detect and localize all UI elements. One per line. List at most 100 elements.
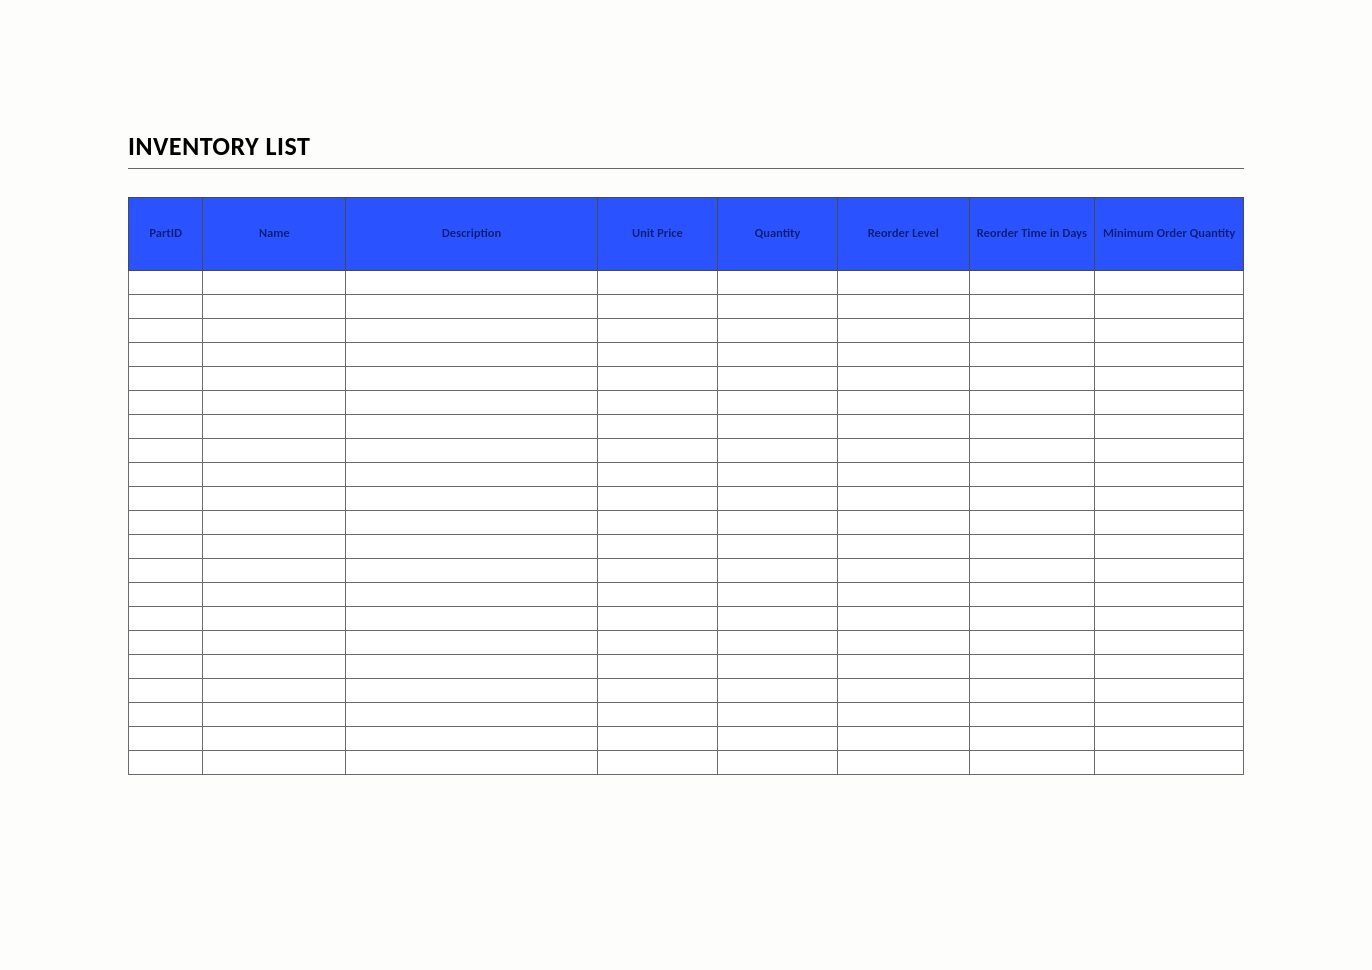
table-cell[interactable] [969, 703, 1095, 727]
table-cell[interactable] [1095, 415, 1244, 439]
table-cell[interactable] [129, 727, 203, 751]
table-cell[interactable] [597, 679, 717, 703]
table-cell[interactable] [346, 487, 598, 511]
table-cell[interactable] [129, 631, 203, 655]
table-cell[interactable] [203, 415, 346, 439]
table-cell[interactable] [969, 511, 1095, 535]
table-cell[interactable] [969, 415, 1095, 439]
table-cell[interactable] [203, 367, 346, 391]
table-cell[interactable] [838, 343, 970, 367]
table-cell[interactable] [346, 679, 598, 703]
table-cell[interactable] [969, 583, 1095, 607]
table-cell[interactable] [597, 367, 717, 391]
table-cell[interactable] [346, 631, 598, 655]
table-cell[interactable] [969, 751, 1095, 775]
table-cell[interactable] [838, 319, 970, 343]
table-cell[interactable] [1095, 631, 1244, 655]
table-cell[interactable] [597, 535, 717, 559]
table-cell[interactable] [838, 463, 970, 487]
table-cell[interactable] [717, 463, 837, 487]
table-cell[interactable] [717, 751, 837, 775]
table-cell[interactable] [203, 751, 346, 775]
table-cell[interactable] [1095, 583, 1244, 607]
table-cell[interactable] [838, 631, 970, 655]
table-cell[interactable] [969, 439, 1095, 463]
table-cell[interactable] [597, 391, 717, 415]
table-cell[interactable] [346, 727, 598, 751]
table-cell[interactable] [838, 367, 970, 391]
table-cell[interactable] [346, 391, 598, 415]
table-cell[interactable] [838, 535, 970, 559]
table-cell[interactable] [346, 535, 598, 559]
table-cell[interactable] [717, 583, 837, 607]
table-cell[interactable] [969, 487, 1095, 511]
table-cell[interactable] [597, 487, 717, 511]
table-cell[interactable] [838, 655, 970, 679]
table-cell[interactable] [129, 655, 203, 679]
table-cell[interactable] [1095, 655, 1244, 679]
table-cell[interactable] [597, 703, 717, 727]
table-cell[interactable] [346, 439, 598, 463]
table-cell[interactable] [717, 319, 837, 343]
table-cell[interactable] [129, 487, 203, 511]
table-cell[interactable] [838, 727, 970, 751]
table-cell[interactable] [969, 559, 1095, 583]
table-cell[interactable] [129, 367, 203, 391]
table-cell[interactable] [717, 271, 837, 295]
table-cell[interactable] [346, 271, 598, 295]
table-cell[interactable] [1095, 727, 1244, 751]
table-cell[interactable] [597, 415, 717, 439]
table-cell[interactable] [717, 391, 837, 415]
table-cell[interactable] [1095, 751, 1244, 775]
table-cell[interactable] [203, 535, 346, 559]
table-cell[interactable] [969, 607, 1095, 631]
table-cell[interactable] [717, 295, 837, 319]
table-cell[interactable] [838, 415, 970, 439]
table-cell[interactable] [717, 727, 837, 751]
table-cell[interactable] [1095, 703, 1244, 727]
table-cell[interactable] [1095, 679, 1244, 703]
table-cell[interactable] [203, 439, 346, 463]
table-cell[interactable] [969, 391, 1095, 415]
table-cell[interactable] [838, 679, 970, 703]
table-cell[interactable] [203, 679, 346, 703]
table-cell[interactable] [203, 511, 346, 535]
table-cell[interactable] [346, 415, 598, 439]
table-cell[interactable] [129, 319, 203, 343]
table-cell[interactable] [203, 607, 346, 631]
table-cell[interactable] [129, 679, 203, 703]
table-cell[interactable] [717, 607, 837, 631]
table-cell[interactable] [597, 343, 717, 367]
table-cell[interactable] [597, 559, 717, 583]
table-cell[interactable] [203, 271, 346, 295]
table-cell[interactable] [838, 295, 970, 319]
table-cell[interactable] [1095, 343, 1244, 367]
table-cell[interactable] [969, 319, 1095, 343]
table-cell[interactable] [969, 463, 1095, 487]
table-cell[interactable] [969, 271, 1095, 295]
table-cell[interactable] [838, 439, 970, 463]
table-cell[interactable] [717, 535, 837, 559]
table-cell[interactable] [129, 559, 203, 583]
table-cell[interactable] [597, 655, 717, 679]
table-cell[interactable] [597, 583, 717, 607]
table-cell[interactable] [597, 439, 717, 463]
table-cell[interactable] [838, 511, 970, 535]
table-cell[interactable] [969, 727, 1095, 751]
table-cell[interactable] [1095, 487, 1244, 511]
table-cell[interactable] [203, 727, 346, 751]
table-cell[interactable] [129, 607, 203, 631]
table-cell[interactable] [717, 703, 837, 727]
table-cell[interactable] [203, 391, 346, 415]
table-cell[interactable] [129, 391, 203, 415]
table-cell[interactable] [597, 271, 717, 295]
table-cell[interactable] [597, 607, 717, 631]
table-cell[interactable] [1095, 295, 1244, 319]
table-cell[interactable] [597, 295, 717, 319]
table-cell[interactable] [838, 703, 970, 727]
table-cell[interactable] [203, 655, 346, 679]
table-cell[interactable] [969, 343, 1095, 367]
table-cell[interactable] [346, 367, 598, 391]
table-cell[interactable] [129, 415, 203, 439]
table-cell[interactable] [203, 319, 346, 343]
